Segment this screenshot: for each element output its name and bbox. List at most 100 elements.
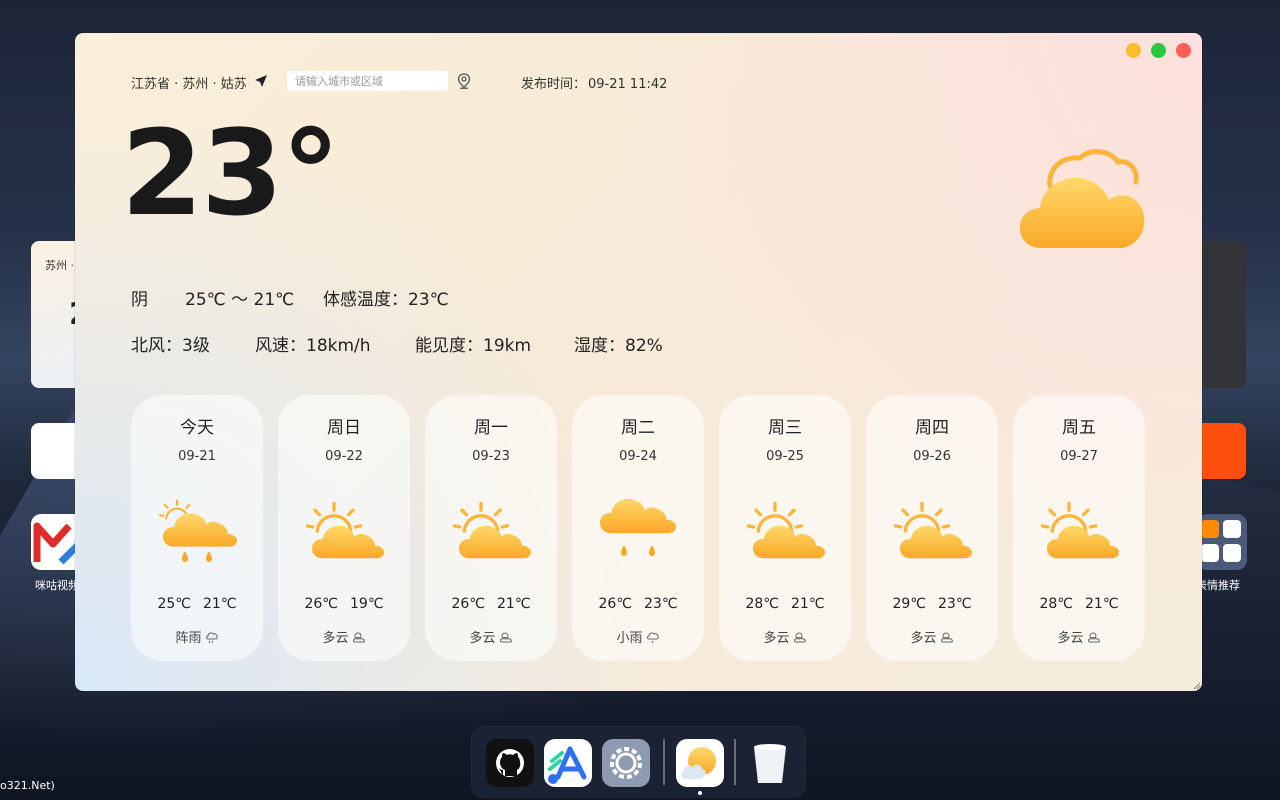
forecast-date: 09-22 bbox=[325, 449, 363, 464]
partly-cloudy-icon bbox=[747, 501, 825, 559]
current-condition: 阴 bbox=[131, 290, 148, 310]
forecast-card[interactable]: 周日 09-22 26℃ 19℃ 多云 bbox=[278, 395, 410, 661]
feels-like: 体感温度：23℃ bbox=[323, 290, 449, 310]
city-search-input[interactable] bbox=[287, 71, 448, 91]
forecast-temps: 25℃ 21℃ bbox=[131, 596, 263, 612]
forecast-day: 周一 bbox=[474, 418, 508, 438]
forecast-day: 今天 bbox=[180, 418, 214, 438]
forecast-day: 周三 bbox=[768, 418, 802, 438]
forecast-condition-text: 小雨 bbox=[616, 631, 643, 646]
github-icon[interactable] bbox=[486, 739, 534, 787]
dock-separator bbox=[734, 739, 736, 785]
forecast-condition-text: 阵雨 bbox=[175, 631, 202, 646]
app-store-icon[interactable] bbox=[544, 739, 592, 787]
forecast-card[interactable]: 周四 09-26 29℃ 23℃ 多云 bbox=[866, 395, 998, 661]
forecast-card[interactable]: 周五 09-27 28℃ 21℃ 多云 bbox=[1013, 395, 1145, 661]
forecast-low: 23℃ bbox=[938, 596, 972, 612]
publish-time-value: 09-21 11:42 bbox=[588, 77, 668, 92]
forecast-temps: 26℃ 23℃ bbox=[572, 596, 704, 612]
trash-bin-icon bbox=[754, 744, 786, 783]
map-pin-icon[interactable] bbox=[457, 73, 471, 89]
forecast-high: 26℃ bbox=[598, 596, 632, 612]
forecast-condition-text: 多云 bbox=[322, 631, 349, 646]
publish-label: 发布时间： bbox=[521, 77, 587, 92]
temperature-range: 25℃ ～ 21℃ bbox=[185, 290, 295, 310]
forecast-temps: 26℃ 19℃ bbox=[278, 596, 410, 612]
partly-cloudy-icon bbox=[1041, 501, 1119, 559]
humidity: 湿度：82% bbox=[574, 336, 663, 356]
visibility: 能见度：19km bbox=[415, 336, 532, 356]
forecast-day: 周二 bbox=[621, 418, 655, 438]
current-temperature: 23° bbox=[121, 104, 340, 242]
forecast-date: 09-26 bbox=[913, 449, 951, 464]
sticker-app-icon[interactable] bbox=[1197, 514, 1247, 570]
forecast-condition-text: 多云 bbox=[469, 631, 496, 646]
gear-icon bbox=[610, 747, 642, 779]
partly-cloudy-icon bbox=[306, 501, 384, 559]
forecast-low: 23℃ bbox=[644, 596, 678, 612]
forecast-temps: 28℃ 21℃ bbox=[1013, 596, 1145, 612]
forecast-date: 09-23 bbox=[472, 449, 510, 464]
forecast-low: 21℃ bbox=[791, 596, 825, 612]
shower-small-icon bbox=[205, 632, 218, 644]
forecast-low: 19℃ bbox=[350, 596, 384, 612]
maximize-button[interactable] bbox=[1151, 43, 1166, 58]
forecast-card[interactable]: 周三 09-25 28℃ 21℃ 多云 bbox=[719, 395, 851, 661]
close-button[interactable] bbox=[1176, 43, 1191, 58]
location-arrow-icon[interactable] bbox=[254, 74, 268, 88]
forecast-temps: 29℃ 23℃ bbox=[866, 596, 998, 612]
migu-video-app-label: 咪咕视频 bbox=[35, 579, 79, 592]
forecast-condition: 多云 bbox=[1013, 627, 1145, 646]
light-rain-small-icon bbox=[646, 632, 659, 644]
cloudy-icon bbox=[1020, 149, 1145, 248]
sun-cloud-icon bbox=[681, 747, 716, 779]
shower-icon bbox=[159, 499, 237, 562]
resize-handle-icon[interactable] bbox=[1193, 682, 1201, 690]
partly-cloudy-small-icon bbox=[1087, 632, 1100, 643]
sticker-app-label: 表情推荐 bbox=[1196, 579, 1240, 592]
forecast-low: 21℃ bbox=[1085, 596, 1119, 612]
forecast-high: 28℃ bbox=[1039, 596, 1073, 612]
forecast-high: 29℃ bbox=[892, 596, 926, 612]
location-text: 江苏省 · 苏州 · 姑苏 bbox=[131, 77, 247, 92]
forecast-card[interactable]: 今天 09-21 25℃ 21℃ 阵雨 bbox=[131, 395, 263, 661]
forecast-high: 26℃ bbox=[304, 596, 338, 612]
forecast-condition: 多云 bbox=[719, 627, 851, 646]
forecast-temps: 28℃ 21℃ bbox=[719, 596, 851, 612]
forecast-condition-text: 多云 bbox=[763, 631, 790, 646]
wind-speed: 风速：18km/h bbox=[255, 336, 371, 356]
forecast-day: 周日 bbox=[327, 418, 361, 438]
forecast-day: 周五 bbox=[1062, 418, 1096, 438]
forecast-date: 09-21 bbox=[178, 449, 216, 464]
trash-icon[interactable] bbox=[746, 739, 794, 787]
partly-cloudy-small-icon bbox=[793, 632, 806, 643]
dock-running-indicator bbox=[698, 791, 702, 795]
forecast-temps: 26℃ 21℃ bbox=[425, 596, 557, 612]
weather-app-icon[interactable] bbox=[676, 739, 724, 787]
forecast-condition: 多云 bbox=[425, 627, 557, 646]
forecast-high: 28℃ bbox=[745, 596, 779, 612]
forecast-low: 21℃ bbox=[203, 596, 237, 612]
forecast-condition-text: 多云 bbox=[1057, 631, 1084, 646]
partly-cloudy-small-icon bbox=[940, 632, 953, 643]
wind-direction: 北风：3级 bbox=[131, 336, 210, 356]
forecast-card[interactable]: 周一 09-23 26℃ 21℃ 多云 bbox=[425, 395, 557, 661]
background-widget-text: 苏州 · bbox=[45, 259, 74, 272]
partly-cloudy-icon bbox=[453, 501, 531, 559]
forecast-date: 09-24 bbox=[619, 449, 657, 464]
partly-cloudy-small-icon bbox=[352, 632, 365, 643]
forecast-high: 25℃ bbox=[157, 596, 191, 612]
forecast-condition: 阵雨 bbox=[131, 627, 263, 646]
forecast-card[interactable]: 周二 09-24 26℃ 23℃ 小雨 bbox=[572, 395, 704, 661]
forecast-low: 21℃ bbox=[497, 596, 531, 612]
partly-cloudy-icon bbox=[894, 501, 972, 559]
publish-time: 发布时间： 09-21 11:42 bbox=[519, 73, 667, 92]
minimize-button[interactable] bbox=[1126, 43, 1141, 58]
forecast-condition: 小雨 bbox=[572, 627, 704, 646]
dock-separator bbox=[663, 739, 665, 785]
dock bbox=[472, 727, 805, 797]
forecast-condition: 多云 bbox=[866, 627, 998, 646]
watermark-text: o321.Net) bbox=[0, 779, 55, 792]
settings-icon[interactable] bbox=[602, 739, 650, 787]
forecast-condition: 多云 bbox=[278, 627, 410, 646]
